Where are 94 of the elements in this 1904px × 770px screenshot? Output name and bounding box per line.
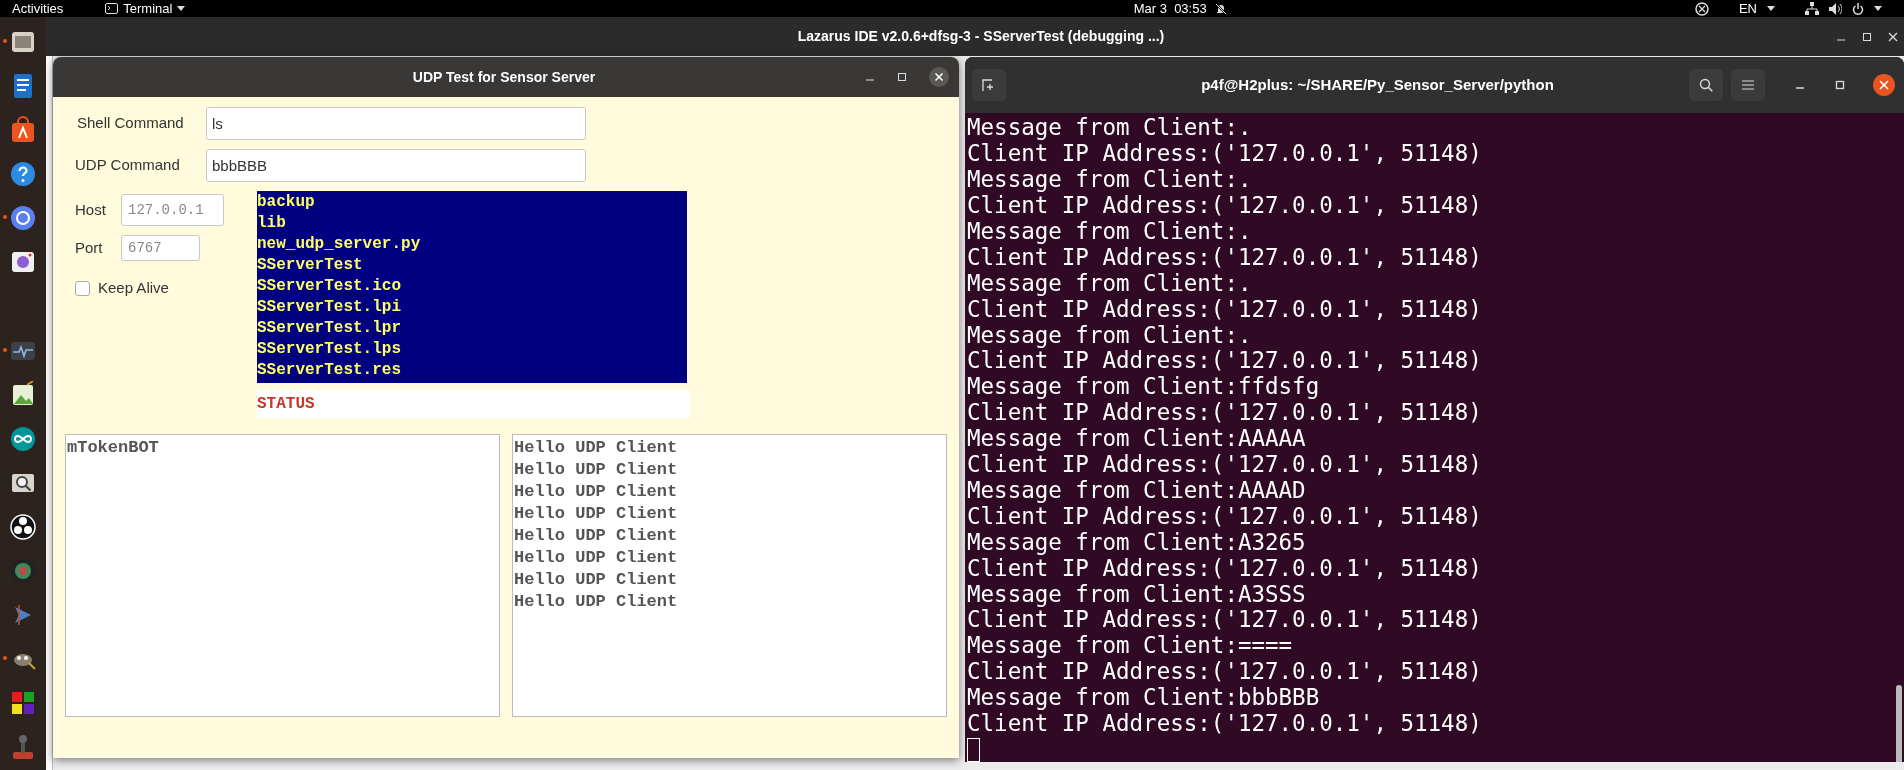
terminal-line: Message from Client:. (967, 322, 1252, 349)
text-area[interactable]: Hello UDP Client Hello UDP Client Hello UDP Client Hello UDP Client Hello UDP Client Hello UDP Client Hello UDP Client Hello UDP Client (512, 434, 947, 717)
field-label: UDP Command (75, 155, 181, 176)
maximize-icon[interactable] (1835, 80, 1845, 91)
clock[interactable]: Mar 3 03:53 (1133, 0, 1207, 19)
terminal-line: Client IP Address:('127.0.0.1', 51148) (967, 659, 1482, 686)
terminal-line: Client IP Address:('127.0.0.1', 51148) (967, 141, 1482, 168)
memo-line: Hello UDP Client (514, 459, 678, 481)
text-cursor (967, 738, 980, 762)
volume-icon[interactable] (1829, 2, 1842, 15)
memo-line: Hello UDP Client (514, 503, 678, 525)
terminal-line: Client IP Address:('127.0.0.1', 51148) (967, 400, 1482, 427)
file-list-item[interactable]: SServerTest.res (257, 360, 402, 381)
terminal-line: Client IP Address:('127.0.0.1', 51148) (967, 503, 1482, 530)
new-tab-button[interactable] (972, 69, 1006, 102)
file-list-item[interactable]: SServerTest.lpi (257, 297, 402, 318)
terminal-line: Client IP Address:('127.0.0.1', 51148) (967, 192, 1482, 219)
caret-icon (177, 6, 186, 11)
activities-button[interactable]: Activities (12, 0, 64, 19)
terminal-line: Message from Client:==== (967, 633, 1293, 660)
text-area[interactable]: mTokenBOT (65, 434, 500, 717)
field-label: Port (75, 237, 104, 258)
terminal-line: Message from Client:bbbBBB (967, 685, 1320, 712)
browser-icon[interactable] (9, 203, 37, 232)
checkbox[interactable] (75, 280, 90, 296)
infinity-icon[interactable] (9, 424, 37, 453)
maximize-icon[interactable] (897, 72, 907, 82)
window-title: UDP Test for Sensor Server (411, 67, 597, 87)
terminal-line: Client IP Address:('127.0.0.1', 51148) (967, 711, 1482, 737)
window-title: Lazarus IDE v2.0.6+dfsg-3 - SServerTest (debugging ...) (796, 27, 1166, 46)
input-language[interactable]: EN (1738, 0, 1757, 19)
close-icon[interactable] (1888, 31, 1898, 42)
terminal-line: Message from Client:. (967, 167, 1252, 193)
caret-icon (1874, 6, 1882, 11)
menu-button[interactable] (1731, 69, 1765, 102)
power-icon[interactable] (1852, 2, 1864, 15)
terminal-line: Message from Client:ffdsfg (967, 374, 1320, 401)
running-indicator (3, 348, 7, 352)
help-icon[interactable] (9, 159, 37, 188)
memo-line: Hello UDP Client (514, 547, 678, 569)
maximize-icon[interactable] (1862, 31, 1872, 42)
terminal-line: Message from Client:A3SSS (967, 581, 1306, 608)
memo-line: Hello UDP Client (514, 437, 678, 459)
file-list-item[interactable]: lib (257, 213, 286, 234)
accessibility-icon[interactable] (1694, 1, 1709, 16)
terminal-line: Client IP Address:('127.0.0.1', 51148) (967, 452, 1482, 478)
terminal-line: Client IP Address:('127.0.0.1', 51148) (967, 348, 1482, 375)
input-field[interactable]: 6767 (121, 235, 200, 261)
close-icon[interactable] (929, 67, 949, 87)
file-list-item[interactable]: SServerTest.lpr (257, 318, 402, 339)
menu-icon (1742, 80, 1754, 91)
field-label: Host (75, 199, 107, 220)
file-list-item[interactable]: SServerTest.ico (257, 276, 402, 297)
terminal-icon (105, 3, 119, 14)
file-list-item[interactable]: backup (257, 192, 315, 213)
memo-line: Hello UDP Client (514, 591, 678, 613)
caret-icon (1767, 6, 1775, 11)
memo-line: mTokenBOT (67, 437, 159, 459)
shopping-bag-icon[interactable] (9, 115, 37, 144)
memo-line: Hello UDP Client (514, 481, 678, 503)
terminal-line: Message from Client:. (967, 270, 1252, 297)
close-icon[interactable] (1873, 74, 1895, 97)
window-title: p4f@H2plus: ~/SHARE/Py_Sensor_Server/python (1200, 74, 1555, 95)
input-field[interactable]: bbbBBB (206, 149, 586, 182)
memo-line: Hello UDP Client (514, 525, 678, 547)
scrollbar-thumb[interactable] (1896, 685, 1902, 762)
running-indicator (3, 656, 7, 660)
terminal-line: Message from Client:. (967, 115, 1252, 142)
terminal-line: Message from Client:AAAAA (967, 426, 1306, 453)
checkbox-label: Keep Alive (98, 278, 169, 298)
terminal-line: Client IP Address:('127.0.0.1', 51148) (967, 607, 1482, 634)
input-field[interactable]: ls (206, 107, 586, 140)
field-label: Shell Command (76, 113, 185, 134)
file-list-item[interactable]: SServerTest.lps (257, 339, 402, 360)
lens-icon[interactable] (9, 556, 37, 585)
terminal-line: Message from Client:. (967, 218, 1252, 245)
search-icon (1699, 78, 1713, 93)
running-indicator (3, 39, 7, 43)
app-menu[interactable]: Terminal (123, 0, 173, 19)
three-blade-icon[interactable] (9, 512, 37, 541)
running-indicator (3, 215, 7, 219)
memo-line: Hello UDP Client (514, 569, 678, 591)
file-list-item[interactable]: SServerTest (257, 255, 363, 276)
terminal-line: Client IP Address:('127.0.0.1', 51148) (967, 244, 1482, 271)
terminal-line: Message from Client:AAAAD (967, 477, 1306, 504)
file-list-item[interactable]: new_udp_server.py (257, 234, 421, 255)
search-button[interactable] (1689, 69, 1723, 102)
terminal-line: Client IP Address:('127.0.0.1', 51148) (967, 555, 1482, 582)
new-tab-icon (982, 79, 996, 92)
terminal-line: Client IP Address:('127.0.0.1', 51148) (967, 296, 1482, 323)
status-text: STATUS (257, 394, 315, 415)
network-icon[interactable] (1805, 2, 1819, 15)
terminal-line: Message from Client:A3265 (967, 529, 1306, 556)
input-field[interactable]: 127.0.0.1 (121, 194, 224, 226)
